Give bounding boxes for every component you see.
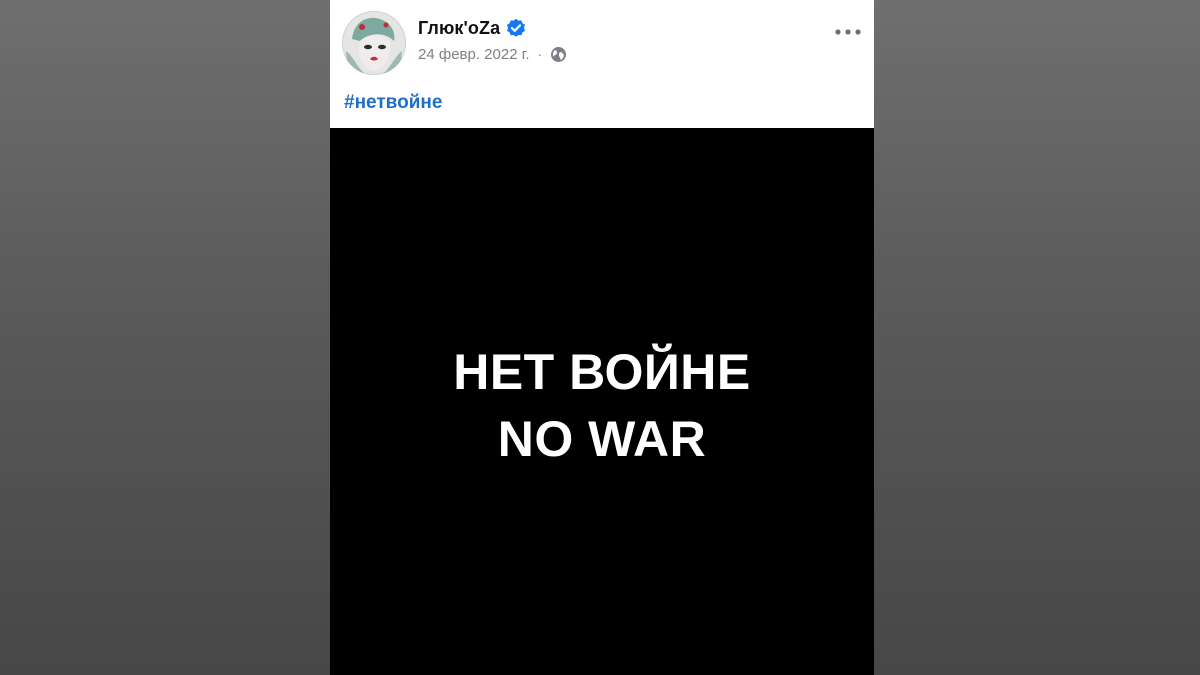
more-options-button[interactable] (834, 20, 862, 44)
post-date[interactable]: 24 февр. 2022 г. (418, 46, 530, 63)
more-options-icon (835, 29, 861, 35)
author-name[interactable]: Глюк'oZa (418, 18, 500, 39)
author-row: Глюк'oZa (418, 16, 526, 40)
image-text-line-2: NO WAR (497, 411, 707, 467)
hashtag-link[interactable]: #нетвойне (344, 92, 442, 114)
author-avatar[interactable] (342, 11, 406, 75)
verified-badge-icon (506, 18, 526, 38)
globe-icon (550, 46, 567, 63)
meta-separator: · (537, 46, 543, 62)
image-text-line-1: НЕТ ВОЙНЕ (453, 344, 751, 400)
post-image[interactable]: НЕТ ВОЙНЕ NO WAR (330, 128, 874, 675)
post-header: Глюк'oZa 24 февр. 2022 г. · #нетвойне (330, 0, 874, 128)
post-meta: 24 февр. 2022 г. · (418, 44, 567, 64)
facebook-post: Глюк'oZa 24 февр. 2022 г. · #нетвойне НЕ… (330, 0, 874, 675)
avatar-illustration (342, 11, 406, 75)
